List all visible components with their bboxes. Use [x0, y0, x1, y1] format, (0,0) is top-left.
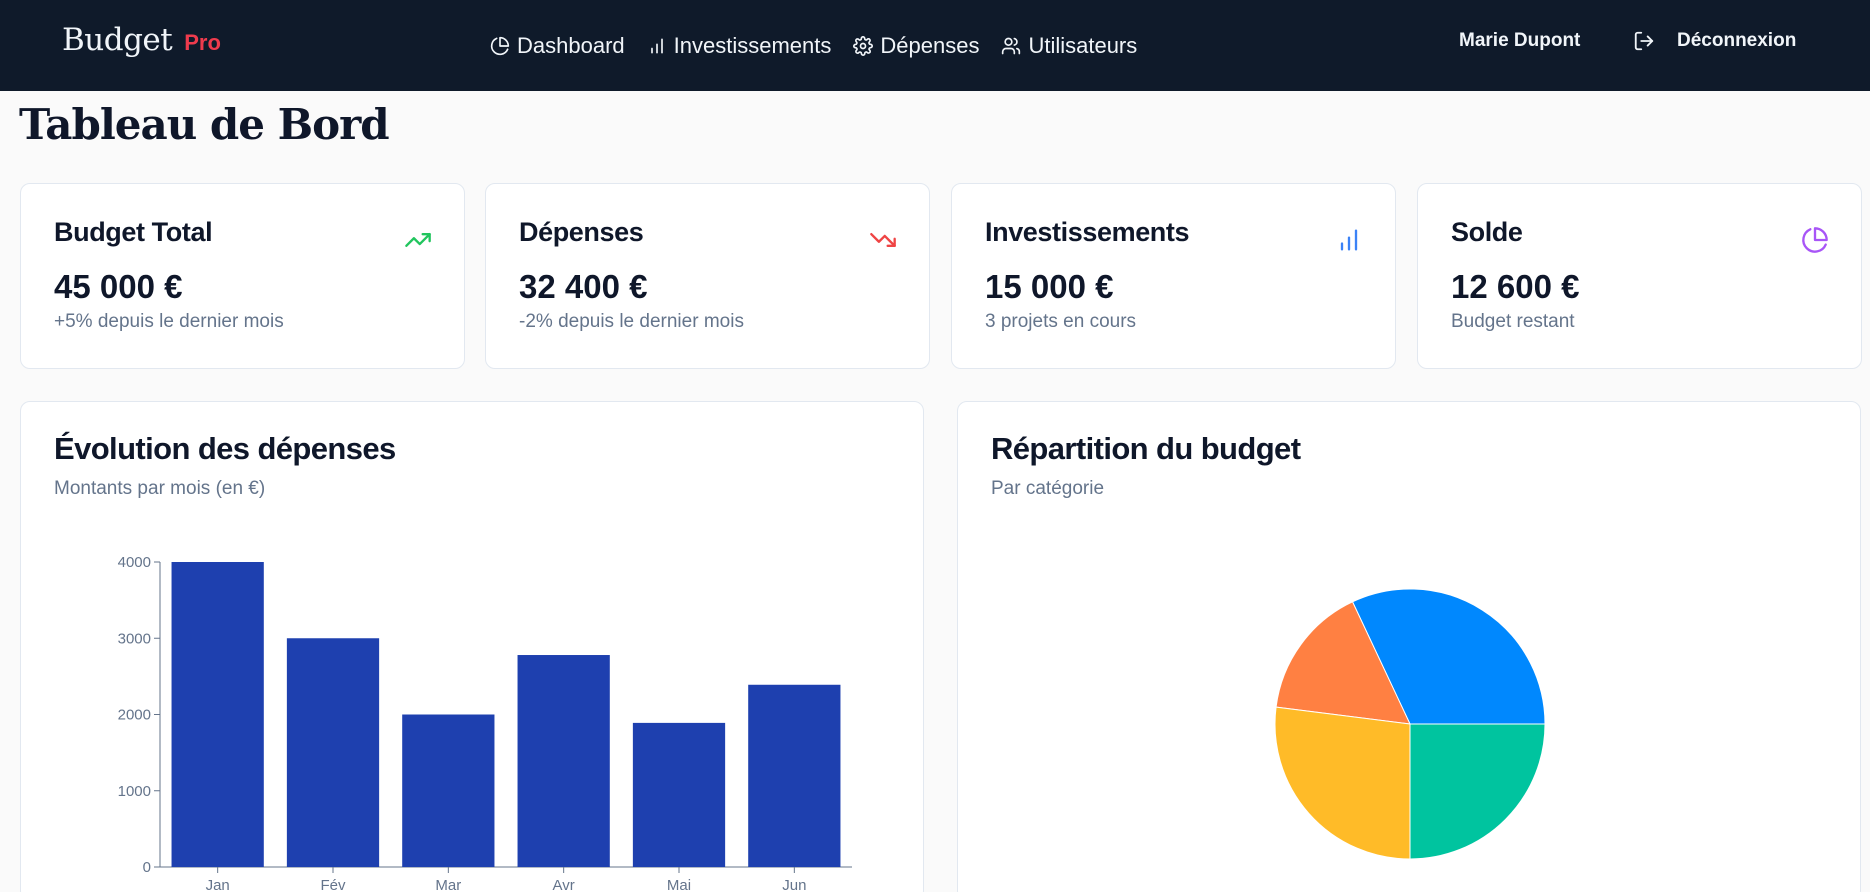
stat-subtext: Budget restant [1451, 311, 1575, 332]
stat-card-investissements: Investissements 15 000 € 3 projets en co… [951, 183, 1396, 369]
stat-subtext: -2% depuis le dernier mois [519, 311, 744, 332]
pie-chart-icon [1802, 227, 1828, 253]
logout-icon [1634, 31, 1654, 51]
stat-card-budget-total: Budget Total 45 000 € +5% depuis le dern… [20, 183, 465, 369]
panel-title: Évolution des dépenses [54, 431, 396, 466]
nav-link-dashboard[interactable]: Dashboard [490, 33, 625, 59]
budget-pie-chart [1274, 588, 1546, 860]
bar [632, 722, 726, 867]
trending-up-icon [405, 233, 431, 247]
stat-value: 15 000 € [985, 268, 1114, 305]
pie-chart-icon [490, 36, 510, 55]
x-tick-label: Avr [553, 877, 575, 892]
y-tick-label: 0 [143, 859, 151, 876]
current-user-name: Marie Dupont [1459, 30, 1581, 51]
nav-link-investissements[interactable]: Investissements [647, 32, 832, 59]
stat-title: Dépenses [519, 217, 644, 247]
stat-title: Investissements [985, 217, 1190, 247]
stat-value: 32 400 € [519, 268, 648, 305]
panel-title: Répartition du budget [991, 431, 1301, 466]
budget-chart-panel: Répartition du budget Par catégorie [957, 401, 1861, 892]
stat-card-solde: Solde 12 600 € Budget restant [1417, 183, 1862, 369]
stat-value: 12 600 € [1451, 268, 1580, 305]
panel-subtitle: Montants par mois (en €) [54, 478, 266, 499]
stat-subtext: +5% depuis le dernier mois [54, 311, 284, 332]
stat-card-depenses: Dépenses 32 400 € -2% depuis le dernier … [485, 183, 930, 369]
nav-link-label: Dashboard [517, 32, 625, 58]
y-tick-label: 4000 [118, 554, 151, 571]
panel-subtitle: Par catégorie [991, 478, 1105, 499]
page-title: Tableau de Bord [19, 100, 390, 149]
users-icon [1002, 37, 1021, 54]
stat-title: Budget Total [54, 217, 213, 247]
pie-slice [1274, 706, 1411, 860]
x-tick-label: Fév [320, 877, 346, 892]
gear-icon [853, 35, 874, 56]
main-nav: Dashboard Investissements Dépenses Utili… [490, 0, 1137, 91]
stat-title: Solde [1451, 217, 1523, 247]
x-tick-label: Jun [782, 877, 806, 892]
x-tick-label: Mar [435, 877, 461, 892]
pie-slice [1409, 723, 1546, 860]
bar [748, 684, 841, 867]
brand-name: Budget [62, 22, 173, 58]
y-tick-label: 3000 [118, 630, 151, 647]
bar-chart-icon [650, 38, 663, 54]
y-tick-label: 2000 [118, 707, 151, 724]
bar [517, 655, 610, 867]
y-tick-label: 1000 [118, 783, 151, 800]
logout-label: Déconnexion [1677, 30, 1797, 51]
nav-link-label: Dépenses [880, 32, 980, 58]
trending-down-icon [870, 233, 896, 247]
nav-link-label: Investissements [673, 32, 832, 58]
stat-value: 45 000 € [54, 268, 183, 305]
bar [286, 638, 380, 867]
expenses-chart-panel: 0 1000 2000 3000 4000 Jan Fév Mar Avr Mai Jun Évol… [20, 401, 924, 892]
x-tick-label: Jan [206, 877, 230, 892]
x-tick-label: Mai [667, 877, 691, 892]
top-navbar: Budget Pro Dashboard Investissements Dép… [0, 0, 1870, 91]
brand-logo[interactable]: Budget Pro [62, 22, 221, 58]
bar [402, 714, 495, 867]
expenses-bar-chart: 0 1000 2000 3000 4000 Jan Fév Mar Avr Mai Jun [118, 554, 852, 892]
stat-subtext: 3 projets en cours [985, 311, 1137, 332]
bar [171, 562, 264, 867]
nav-link-label: Utilisateurs [1028, 32, 1138, 58]
nav-link-utilisateurs[interactable]: Utilisateurs [1001, 33, 1137, 59]
bar-chart-icon [1340, 229, 1358, 251]
nav-link-depenses[interactable]: Dépenses [853, 33, 979, 59]
brand-badge: Pro [184, 30, 221, 55]
logout-button[interactable]: Déconnexion [1633, 30, 1796, 52]
